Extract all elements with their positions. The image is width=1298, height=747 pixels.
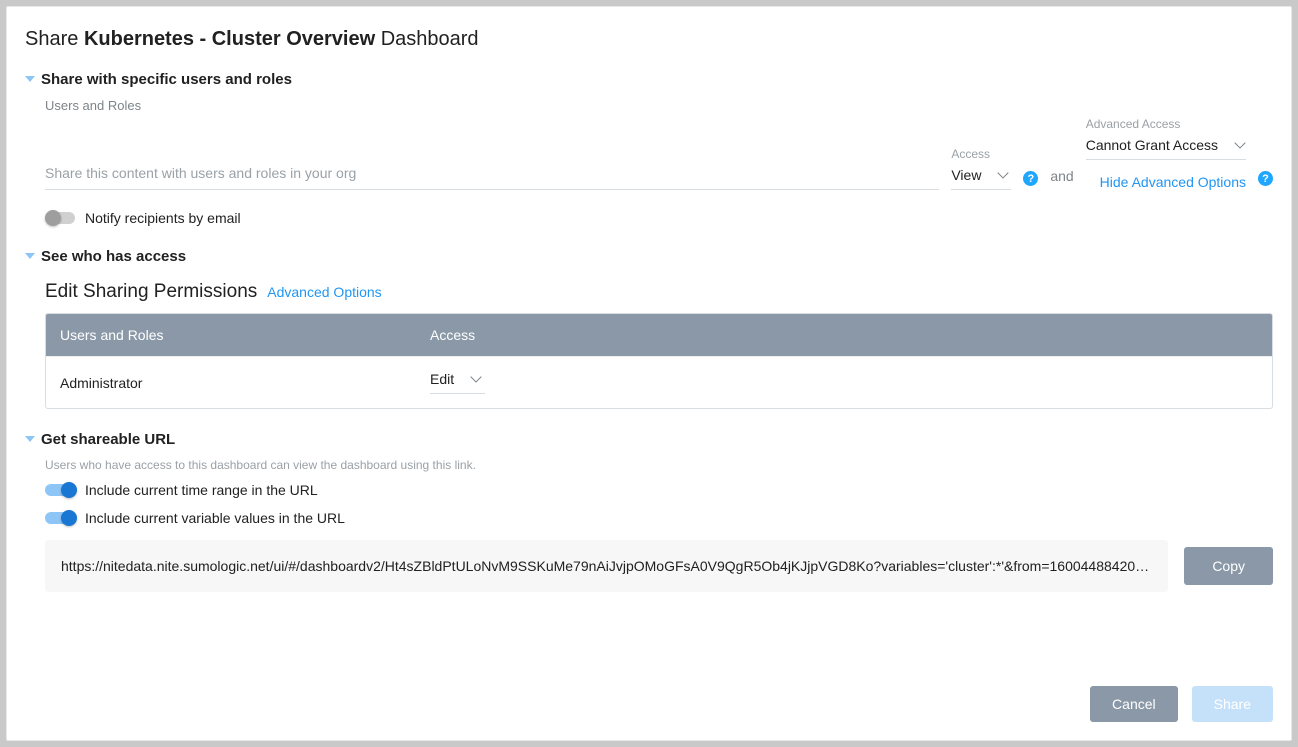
help-icon[interactable]: ? <box>1258 171 1273 186</box>
hide-advanced-options-link[interactable]: Hide Advanced Options <box>1100 174 1246 190</box>
share-dialog: Share Kubernetes - Cluster Overview Dash… <box>6 6 1292 741</box>
row-access-value: Edit <box>430 371 454 387</box>
share-with-users-section: Share with specific users and roles User… <box>25 71 1273 226</box>
shareable-url-toggle[interactable]: Get shareable URL <box>25 431 1273 448</box>
table-row: Administrator Edit <box>46 356 1272 408</box>
access-column: Access View <box>951 147 1011 190</box>
advanced-options-link[interactable]: Advanced Options <box>267 284 381 300</box>
advanced-access-label: Advanced Access <box>1086 117 1246 131</box>
share-button[interactable]: Share <box>1192 686 1273 722</box>
section-title: Get shareable URL <box>41 431 175 448</box>
copy-url-button[interactable]: Copy <box>1184 547 1273 585</box>
caret-down-icon <box>25 76 35 84</box>
and-label: and <box>1050 168 1073 190</box>
notify-email-label: Notify recipients by email <box>85 210 241 226</box>
edit-permissions-title: Edit Sharing Permissions <box>45 281 257 303</box>
shareable-url-hint: Users who have access to this dashboard … <box>45 458 1273 472</box>
col-access: Access <box>416 314 1272 356</box>
help-icon[interactable]: ? <box>1023 171 1038 186</box>
chevron-down-icon <box>470 371 481 382</box>
chevron-down-icon <box>998 167 1009 178</box>
include-variables-toggle[interactable] <box>45 512 75 524</box>
shareable-url-section: Get shareable URL Users who have access … <box>25 431 1273 592</box>
users-roles-field-wrap <box>45 155 939 190</box>
col-users-roles: Users and Roles <box>46 314 416 356</box>
permissions-table: Users and Roles Access Administrator Edi… <box>45 313 1273 409</box>
cancel-button[interactable]: Cancel <box>1090 686 1178 722</box>
row-access-select[interactable]: Edit <box>430 371 485 394</box>
include-variables-label: Include current variable values in the U… <box>85 510 345 526</box>
chevron-down-icon <box>1234 137 1245 148</box>
access-value: View <box>951 167 981 183</box>
dialog-title: Share Kubernetes - Cluster Overview Dash… <box>25 25 1273 53</box>
table-header: Users and Roles Access <box>46 314 1272 356</box>
access-label: Access <box>951 147 1011 161</box>
share-with-users-toggle[interactable]: Share with specific users and roles <box>25 71 1273 88</box>
advanced-access-select[interactable]: Cannot Grant Access <box>1086 137 1246 160</box>
advanced-access-column: Advanced Access Cannot Grant Access <box>1086 117 1246 160</box>
title-prefix: Share <box>25 28 84 50</box>
row-user-name: Administrator <box>46 361 416 405</box>
include-time-range-toggle[interactable] <box>45 484 75 496</box>
see-who-has-access-section: See who has access Edit Sharing Permissi… <box>25 248 1273 409</box>
users-roles-label: Users and Roles <box>45 98 1273 113</box>
title-dashboard-name: Kubernetes - Cluster Overview <box>84 28 375 50</box>
users-roles-input[interactable] <box>45 155 939 190</box>
caret-down-icon <box>25 436 35 444</box>
see-who-has-access-toggle[interactable]: See who has access <box>25 248 1273 265</box>
advanced-access-value: Cannot Grant Access <box>1086 137 1218 153</box>
caret-down-icon <box>25 253 35 261</box>
access-select[interactable]: View <box>951 167 1011 190</box>
title-suffix: Dashboard <box>375 28 478 50</box>
section-title: See who has access <box>41 248 186 265</box>
dialog-footer: Cancel Share <box>7 668 1291 740</box>
section-title: Share with specific users and roles <box>41 71 292 88</box>
shareable-url-value[interactable]: https://nitedata.nite.sumologic.net/ui/#… <box>45 540 1168 592</box>
notify-email-toggle[interactable] <box>45 212 75 224</box>
include-time-range-label: Include current time range in the URL <box>85 482 318 498</box>
